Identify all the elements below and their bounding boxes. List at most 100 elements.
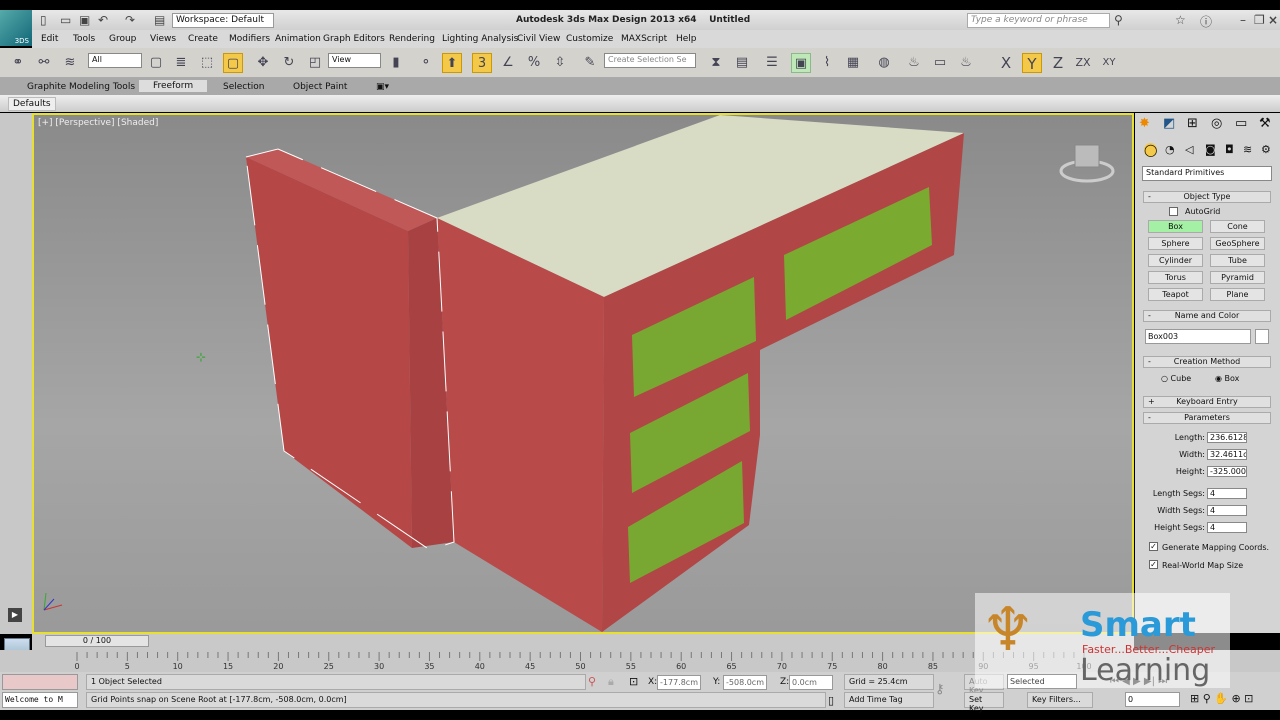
maxscript-listener-input[interactable]: Welcome to M [2, 692, 78, 708]
rotate-icon[interactable]: ↻ [279, 53, 299, 73]
menu-group[interactable]: Group [109, 34, 136, 44]
time-slider[interactable]: 0 / 100 [45, 635, 149, 647]
lock-icon[interactable]: 🔒︎ [608, 675, 614, 689]
category-dropdown[interactable]: Standard Primitives [1142, 166, 1272, 181]
menu-tools[interactable]: Tools [73, 34, 95, 44]
length-segs-spinner[interactable]: 4 [1207, 488, 1247, 499]
create-tab-icon[interactable]: ✸ [1139, 116, 1150, 131]
axis-y-button[interactable]: Y [1022, 53, 1042, 73]
plane-button[interactable]: Plane [1210, 288, 1265, 301]
width-segs-spinner[interactable]: 4 [1207, 505, 1247, 516]
key-filters-button[interactable]: Key Filters... [1027, 692, 1093, 708]
torus-button[interactable]: Torus [1148, 271, 1203, 284]
menu-graph-editors[interactable]: Graph Editors [323, 34, 385, 44]
pyramid-button[interactable]: Pyramid [1210, 271, 1265, 284]
menu-edit[interactable]: Edit [41, 34, 58, 44]
menu-maxscript[interactable]: MAXScript [621, 34, 667, 44]
height-spinner[interactable]: -325.0000 [1207, 466, 1247, 477]
scene-explorer-icon[interactable]: ▣ [791, 53, 811, 73]
open-file-icon[interactable]: ▭ [60, 13, 71, 27]
expand-play-icon[interactable]: ▶ [8, 608, 22, 622]
tab-graphite-modeling-tools[interactable]: Graphite Modeling Tools [27, 82, 135, 92]
lights-icon[interactable]: ◁ [1185, 143, 1193, 156]
favorites-icon[interactable]: ☆ [1175, 13, 1186, 27]
cube-radio[interactable]: ○ Cube [1161, 374, 1191, 383]
tab-object-paint[interactable]: Object Paint [293, 82, 347, 92]
snap-toggle-icon[interactable]: 3 [472, 53, 492, 73]
schematic-view-icon[interactable]: ▦ [843, 53, 863, 73]
length-spinner[interactable]: 236.6128 [1207, 432, 1247, 443]
unlink-icon[interactable]: ⚯ [34, 53, 54, 73]
display-tab-icon[interactable]: ▭ [1235, 116, 1247, 131]
select-object-icon[interactable]: ▢ [146, 53, 166, 73]
sphere-button[interactable]: Sphere [1148, 237, 1203, 250]
real-world-checkbox[interactable]: ✓ [1149, 560, 1158, 569]
box-radio[interactable]: ◉ Box [1215, 374, 1239, 383]
save-icon[interactable]: ▣ [79, 13, 90, 27]
menu-views[interactable]: Views [150, 34, 176, 44]
box-button[interactable]: Box [1148, 220, 1203, 233]
scale-icon[interactable]: ◰ [305, 53, 325, 73]
cone-button[interactable]: Cone [1210, 220, 1265, 233]
current-frame-field[interactable]: 0 [1125, 692, 1180, 707]
render-setup-icon[interactable]: ♨ [904, 53, 924, 73]
key-icon[interactable]: ⚷ [935, 682, 945, 697]
object-color-swatch[interactable] [1255, 329, 1269, 344]
set-key-button[interactable]: Set Key [964, 692, 1004, 713]
rollout-name-and-color[interactable]: - Name and Color [1143, 310, 1271, 322]
viewport-nav-controls[interactable]: ⊞ ⚲ ✋ ⊕ ⊡ [1190, 692, 1253, 705]
rectangular-selection-icon[interactable]: ⬚ [197, 53, 217, 73]
menu-modifiers[interactable]: Modifiers [229, 34, 270, 44]
selection-filter-dropdown[interactable]: All [88, 53, 142, 68]
named-selection-set-dropdown[interactable]: Create Selection Se [604, 53, 696, 68]
minimize-button[interactable]: – [1240, 13, 1246, 27]
spinner-snap-icon[interactable]: ⇳ [550, 53, 570, 73]
tube-button[interactable]: Tube [1210, 254, 1265, 267]
move-icon[interactable]: ✥ [253, 53, 273, 73]
app-menu-button[interactable]: 3DS [0, 10, 32, 46]
helpers-icon[interactable]: ◘ [1225, 143, 1234, 156]
axis-z-button[interactable]: Z [1048, 53, 1068, 73]
object-name-input[interactable]: Box003 [1145, 329, 1251, 344]
new-file-icon[interactable]: ▯ [40, 13, 47, 27]
generate-mapping-checkbox[interactable]: ✓ [1149, 542, 1158, 551]
key-mode-dropdown[interactable]: Selected [1007, 674, 1077, 689]
space-warps-icon[interactable]: ≋ [1243, 143, 1252, 156]
width-spinner[interactable]: 32.4611c [1207, 449, 1247, 460]
redo-icon[interactable]: ↷ [125, 13, 135, 27]
time-tag-icon[interactable]: ▯ [828, 694, 834, 707]
menu-lighting-analysis[interactable]: Lighting Analysis [442, 34, 518, 44]
mirror-icon[interactable]: ⧗ [706, 53, 726, 73]
motion-tab-icon[interactable]: ◎ [1211, 116, 1222, 131]
ribbon-options-icon[interactable]: ▣▾ [376, 82, 389, 92]
frame-ruler[interactable]: 0510152025303540455055606570758085909510… [75, 650, 1105, 672]
z-coordinate-field[interactable]: 0.0cm [789, 675, 833, 690]
reference-coordinate-dropdown[interactable]: View [328, 53, 381, 68]
height-segs-spinner[interactable]: 4 [1207, 522, 1247, 533]
layer-manager-icon[interactable]: ☰ [762, 53, 782, 73]
help-icon[interactable]: ⓘ [1200, 13, 1212, 30]
restore-button[interactable]: ❐ [1254, 13, 1265, 27]
systems-icon[interactable]: ⚙ [1261, 143, 1271, 156]
bind-space-warp-icon[interactable]: ≋ [60, 53, 80, 73]
axis-x-button[interactable]: X [996, 53, 1016, 73]
menu-customize[interactable]: Customize [566, 34, 613, 44]
rollout-object-type[interactable]: - Object Type [1143, 191, 1271, 203]
keyboard-shortcut-override-icon[interactable]: ⬆ [442, 53, 462, 73]
defaults-tab[interactable]: Defaults [8, 97, 56, 111]
workspace-dropdown[interactable]: Workspace: Default [172, 13, 274, 28]
y-coordinate-field[interactable]: -508.0cm [723, 675, 767, 690]
geosphere-button[interactable]: GeoSphere [1210, 237, 1265, 250]
shapes-icon[interactable]: ◔ [1165, 143, 1175, 156]
geometry-icon[interactable]: ◯ [1144, 143, 1158, 157]
time-slider-track[interactable] [32, 634, 1134, 650]
menu-animation[interactable]: Animation [275, 34, 321, 44]
manipulate-icon[interactable]: ⚬ [416, 53, 436, 73]
menu-rendering[interactable]: Rendering [389, 34, 435, 44]
align-icon[interactable]: ▤ [732, 53, 752, 73]
cameras-icon[interactable]: ◙ [1205, 143, 1216, 156]
menu-create[interactable]: Create [188, 34, 218, 44]
cylinder-button[interactable]: Cylinder [1148, 254, 1203, 267]
tab-freeform[interactable]: Freeform [139, 80, 208, 92]
maxscript-listener-top[interactable] [2, 674, 78, 690]
